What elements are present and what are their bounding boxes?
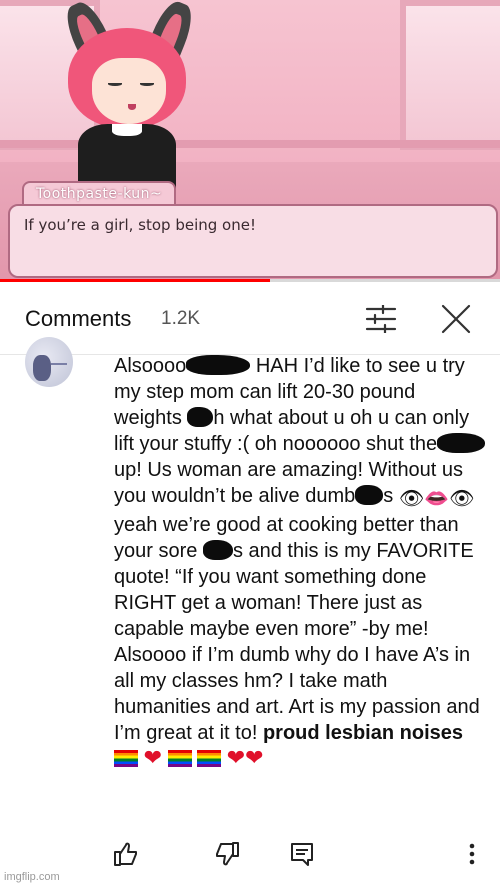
close-icon[interactable] <box>440 303 472 335</box>
comment-actions <box>0 840 500 872</box>
character-face <box>92 58 166 124</box>
lips-emoji: 👄 <box>424 488 450 510</box>
comments-header: Comments 1.2K <box>0 283 500 355</box>
comments-count: 1.2K <box>161 308 201 329</box>
comment-text-bold: proud lesbian noises <box>262 722 463 744</box>
character-sprite <box>50 0 200 194</box>
comment-text-segment: s <box>383 485 394 507</box>
watermark: imgflip.com <box>4 871 60 883</box>
character-mouth <box>128 104 136 110</box>
dialogue-box: If you’re a girl, stop being one! <box>8 204 498 278</box>
comment-body: Alsoooo HAH I’d like to see u try my ste… <box>114 353 486 772</box>
thumbs-down-icon[interactable] <box>213 840 241 868</box>
eye-emoji: 👁 <box>449 488 475 510</box>
red-heart-icon: ❤ <box>245 746 264 771</box>
character-eye <box>140 82 154 86</box>
censor-scribble <box>355 485 384 505</box>
avatar[interactable] <box>25 337 73 387</box>
video-progress-bar[interactable] <box>0 279 500 282</box>
eye-emoji: 👁 <box>398 488 425 510</box>
censor-scribble <box>437 433 486 453</box>
rainbow-flag-icon <box>114 750 138 767</box>
rainbow-flag-icon <box>167 750 192 767</box>
comments-title: Comments <box>25 306 132 331</box>
video-player[interactable]: Toothpaste-kun~ If you’re a girl, stop b… <box>0 0 500 282</box>
more-vert-icon[interactable] <box>458 840 486 868</box>
speaker-name: Toothpaste-kun~ <box>22 181 177 205</box>
character-eye <box>108 82 122 86</box>
red-heart-icon: ❤ <box>226 746 246 771</box>
rainbow-flag-icon <box>197 750 222 767</box>
video-progress-fill <box>0 279 270 282</box>
sort-filter-icon[interactable] <box>365 305 397 333</box>
censor-scribble <box>202 540 233 560</box>
comment-text-segment: s and this is my FAVORITE quote! “If you… <box>114 540 480 744</box>
background-window <box>400 0 500 150</box>
comment-text-segment: Alsoooo <box>114 355 187 377</box>
censor-scribble <box>187 407 214 427</box>
reply-icon[interactable] <box>288 840 316 868</box>
dialogue-text: If you’re a girl, stop being one! <box>24 216 256 234</box>
red-heart-icon: ❤ <box>143 746 162 771</box>
thumbs-up-icon[interactable] <box>112 840 140 868</box>
censor-scribble <box>186 355 251 375</box>
character-collar <box>112 124 142 136</box>
